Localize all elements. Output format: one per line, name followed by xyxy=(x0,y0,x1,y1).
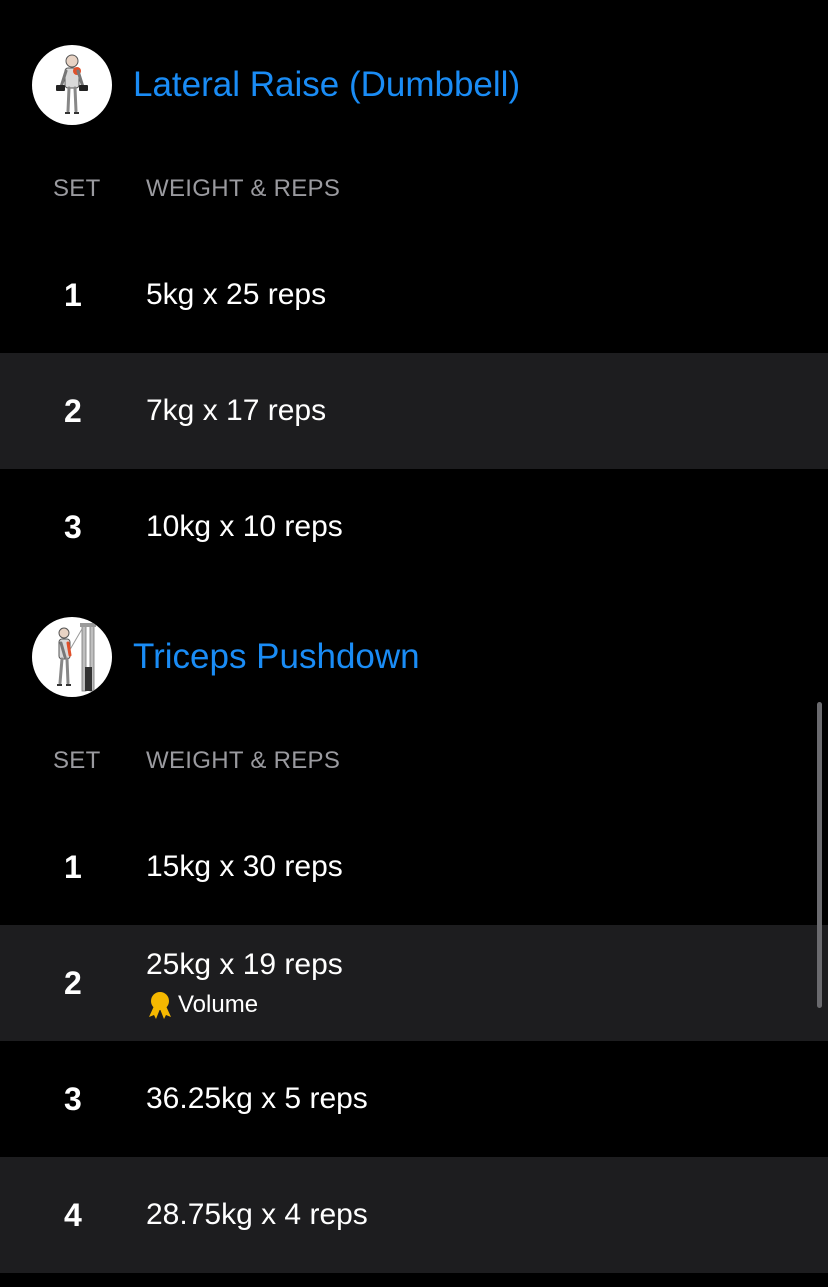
exercise-header: Lateral Raise (Dumbbell) xyxy=(0,45,828,125)
set-weight-reps: 5kg x 25 reps xyxy=(146,278,327,311)
set-weight-reps: 25kg x 19 reps xyxy=(146,948,343,981)
weight-reps-column-header: WEIGHT & REPS xyxy=(146,175,341,202)
set-row: 3 10kg x 10 reps xyxy=(0,469,828,585)
set-number: 3 xyxy=(64,1081,82,1117)
set-column-header: SET xyxy=(53,175,101,202)
set-weight-reps: 10kg x 10 reps xyxy=(146,510,343,543)
set-weight-reps: 36.25kg x 5 reps xyxy=(146,1082,368,1115)
set-weight-reps: 28.75kg x 4 reps xyxy=(146,1198,368,1231)
weight-reps-column-header: WEIGHT & REPS xyxy=(146,747,341,774)
exercise-title[interactable]: Lateral Raise (Dumbbell) xyxy=(133,63,520,107)
exercise-header: Triceps Pushdown xyxy=(0,617,828,697)
set-row: 2 25kg x 19 reps Volume xyxy=(0,925,828,1041)
set-weight-reps: 15kg x 30 reps xyxy=(146,850,343,883)
record-type-label: Volume xyxy=(178,991,259,1018)
medal-icon xyxy=(149,992,171,1019)
set-row: 1 15kg x 30 reps xyxy=(0,809,828,925)
set-column-header: SET xyxy=(53,747,101,774)
set-number: 1 xyxy=(64,849,82,885)
set-row: 1 5kg x 25 reps xyxy=(0,237,828,353)
set-row: 3 36.25kg x 5 reps xyxy=(0,1041,828,1157)
triceps-pushdown-figure-icon xyxy=(57,623,96,692)
exercise-thumbnail[interactable] xyxy=(32,45,112,125)
set-number: 4 xyxy=(64,1197,82,1233)
set-number: 2 xyxy=(64,393,82,429)
set-number: 2 xyxy=(64,965,82,1001)
set-number: 1 xyxy=(64,277,82,313)
exercise-title[interactable]: Triceps Pushdown xyxy=(133,635,420,679)
lateral-raise-figure-icon xyxy=(56,54,88,114)
set-row: 2 7kg x 17 reps xyxy=(0,353,828,469)
set-row: 4 28.75kg x 4 reps xyxy=(0,1157,828,1273)
personal-record-badge: Volume xyxy=(146,989,258,1021)
set-number: 3 xyxy=(64,509,82,545)
exercise-thumbnail[interactable] xyxy=(32,617,112,697)
set-weight-reps: 7kg x 17 reps xyxy=(146,394,327,427)
scrollbar[interactable] xyxy=(817,702,822,1008)
